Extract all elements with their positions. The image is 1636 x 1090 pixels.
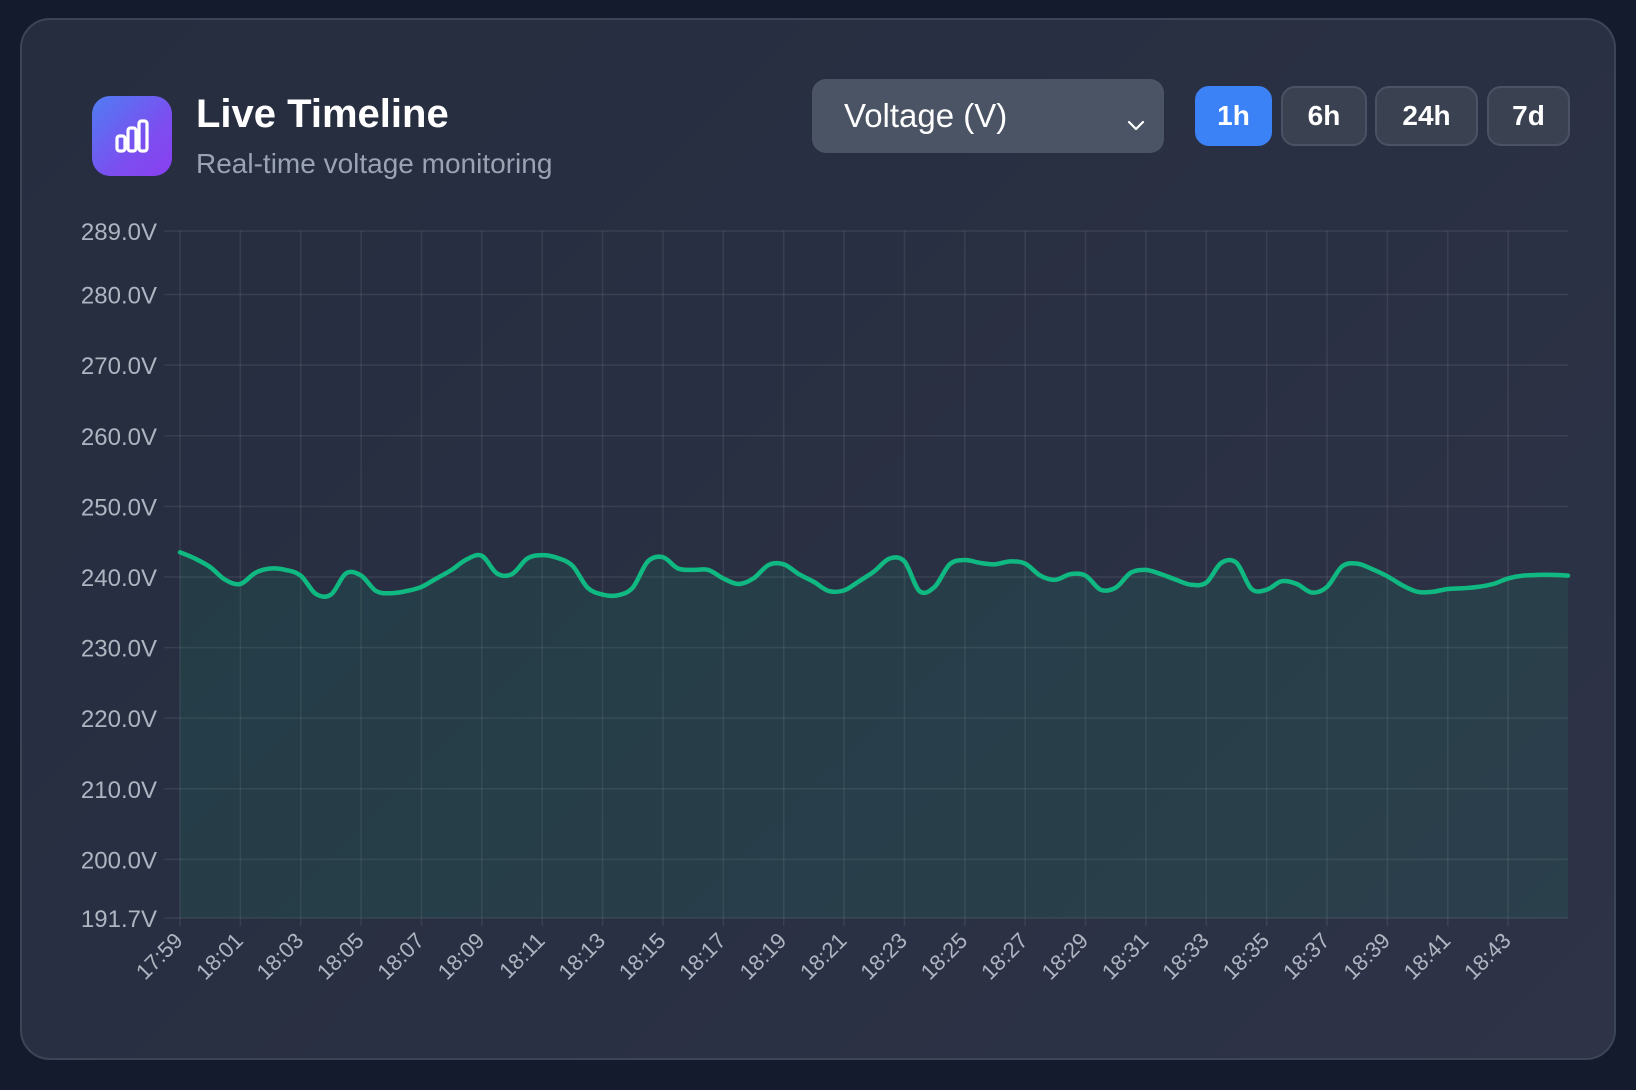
series-area bbox=[180, 552, 1568, 918]
y-tick-label: 250.0V bbox=[81, 494, 157, 521]
y-tick-label: 210.0V bbox=[81, 777, 157, 804]
x-tick-label: 18:13 bbox=[554, 928, 611, 985]
x-tick-label: 17:59 bbox=[131, 928, 188, 985]
y-tick-label: 240.0V bbox=[81, 565, 157, 592]
x-tick-label: 18:29 bbox=[1036, 928, 1093, 985]
x-tick-label: 18:33 bbox=[1157, 928, 1214, 985]
x-tick-label: 18:39 bbox=[1338, 928, 1395, 985]
x-tick-label: 18:17 bbox=[674, 928, 731, 985]
x-tick-label: 18:07 bbox=[372, 928, 429, 985]
x-tick-label: 18:01 bbox=[191, 928, 248, 985]
x-tick-label: 18:41 bbox=[1399, 928, 1456, 985]
x-tick-label: 18:09 bbox=[433, 928, 490, 985]
x-tick-label: 18:11 bbox=[494, 928, 549, 983]
x-tick-label: 18:31 bbox=[1097, 928, 1154, 985]
x-tick-label: 18:19 bbox=[735, 928, 792, 985]
x-tick-label: 18:25 bbox=[916, 928, 973, 985]
x-tick-label: 18:15 bbox=[614, 928, 671, 985]
x-tick-label: 18:35 bbox=[1218, 928, 1275, 985]
x-tick-label: 18:03 bbox=[252, 928, 309, 985]
x-tick-label: 18:23 bbox=[855, 928, 912, 985]
y-tick-label: 270.0V bbox=[81, 353, 157, 380]
y-tick-label: 260.0V bbox=[81, 424, 157, 451]
x-tick-label: 18:05 bbox=[312, 928, 369, 985]
x-tick-label: 18:27 bbox=[976, 928, 1033, 985]
y-tick-label: 200.0V bbox=[81, 847, 157, 874]
y-tick-label: 220.0V bbox=[81, 706, 157, 733]
x-tick-label: 18:21 bbox=[795, 928, 852, 985]
y-tick-label: 191.7V bbox=[81, 906, 157, 933]
y-tick-label: 230.0V bbox=[81, 636, 157, 663]
y-tick-label: 280.0V bbox=[81, 283, 157, 310]
voltage-chart: 289.0V 280.0V 270.0V 260.0V 250.0V 240.0V 230.… bbox=[81, 219, 1571, 985]
x-tick-label: 18:43 bbox=[1459, 928, 1516, 985]
x-tick-label: 18:37 bbox=[1278, 928, 1335, 985]
y-tick-label: 289.0V bbox=[81, 219, 157, 246]
